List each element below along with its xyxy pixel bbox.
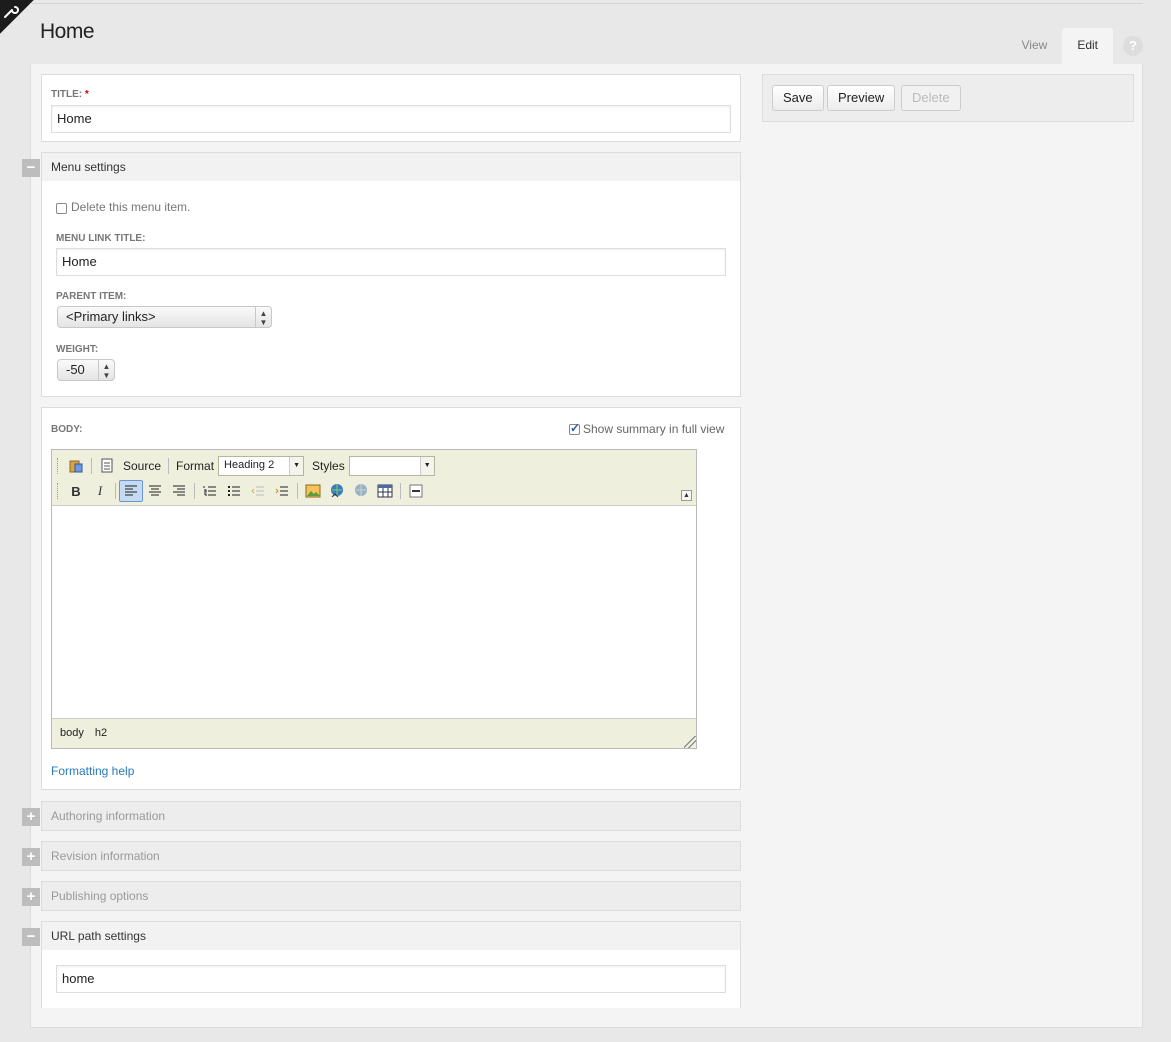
url-alias-input[interactable]: home bbox=[56, 965, 726, 993]
url-path-settings-legend[interactable]: − URL path settings bbox=[22, 921, 741, 951]
toolbar-separator bbox=[115, 483, 116, 499]
wrench-icon bbox=[4, 6, 19, 18]
outdent-icon[interactable] bbox=[246, 480, 270, 502]
help-icon[interactable]: ? bbox=[1123, 36, 1143, 56]
show-summary-checkbox[interactable] bbox=[569, 421, 580, 435]
weight-select[interactable]: -50 ▲ ▼ bbox=[57, 359, 115, 381]
body-label: BODY: bbox=[51, 424, 83, 435]
toolbar-row-1: Source Format Heading 2 ▼ Styles ▼ bbox=[52, 453, 435, 479]
title-panel: TITLE: * Home bbox=[41, 74, 741, 142]
expand-icon[interactable]: + bbox=[22, 888, 40, 906]
publishing-options-legend[interactable]: + Publishing options bbox=[22, 881, 741, 911]
styles-label: Styles bbox=[312, 459, 345, 473]
table-icon[interactable] bbox=[373, 480, 397, 502]
authoring-information-title: Authoring information bbox=[51, 809, 166, 823]
tab-view[interactable]: View bbox=[1007, 28, 1063, 64]
revision-information-title: Revision information bbox=[51, 849, 160, 863]
bulleted-list-icon[interactable] bbox=[222, 480, 246, 502]
link-icon[interactable] bbox=[325, 480, 349, 502]
indent-icon[interactable] bbox=[270, 480, 294, 502]
source-icon[interactable] bbox=[95, 455, 119, 477]
path-item-body[interactable]: body bbox=[60, 727, 84, 739]
preview-button[interactable]: Preview bbox=[827, 85, 896, 111]
menu-settings-panel: Delete this menu item. MENU LINK TITLE: … bbox=[41, 181, 741, 397]
chevron-down-icon: ▼ bbox=[289, 457, 304, 475]
select-arrows-icon: ▲ ▼ bbox=[98, 360, 114, 380]
title-input-value: Home bbox=[57, 111, 92, 126]
align-left-icon[interactable] bbox=[119, 480, 143, 502]
delete-menu-item-checkbox[interactable] bbox=[56, 203, 67, 214]
primary-tabs: View Edit ? bbox=[1007, 28, 1143, 64]
menu-link-title-value: Home bbox=[62, 254, 97, 269]
image-icon[interactable] bbox=[301, 480, 325, 502]
source-button[interactable]: Source bbox=[123, 459, 161, 473]
delete-menu-item-label: Delete this menu item. bbox=[71, 200, 191, 214]
horizontal-rule-icon[interactable] bbox=[404, 480, 428, 502]
page-title: Home bbox=[40, 20, 95, 43]
align-center-icon[interactable] bbox=[143, 480, 167, 502]
editor-content-area[interactable] bbox=[52, 507, 696, 718]
title-label: TITLE: * bbox=[51, 89, 89, 100]
path-item-h2[interactable]: h2 bbox=[95, 727, 107, 739]
node-form: TITLE: * Home − Menu settings Delete thi… bbox=[22, 64, 1143, 1028]
toolbar-separator bbox=[91, 458, 92, 474]
paste-from-word-icon[interactable] bbox=[64, 455, 88, 477]
toolbar-separator bbox=[194, 483, 195, 499]
parent-item-value: <Primary links> bbox=[66, 309, 156, 324]
resize-handle-icon[interactable] bbox=[684, 736, 696, 748]
select-arrows-icon: ▲ ▼ bbox=[255, 307, 271, 327]
actions-panel: Save Preview Delete bbox=[762, 74, 1134, 122]
authoring-information-legend[interactable]: + Authoring information bbox=[22, 801, 741, 831]
revision-information-legend[interactable]: + Revision information bbox=[22, 841, 741, 871]
save-button[interactable]: Save bbox=[772, 85, 824, 111]
required-mark: * bbox=[84, 89, 89, 100]
expand-icon[interactable]: + bbox=[22, 808, 40, 826]
rich-text-editor: Source Format Heading 2 ▼ Styles ▼ B I ▲… bbox=[51, 449, 697, 749]
toolbar-separator bbox=[400, 483, 401, 499]
top-divider bbox=[30, 3, 1143, 4]
bold-icon[interactable]: B bbox=[64, 480, 88, 502]
chevron-down-icon: ▼ bbox=[419, 457, 434, 475]
editor-toolbar: Source Format Heading 2 ▼ Styles ▼ B I ▲ bbox=[52, 450, 696, 506]
toolbar-grip bbox=[57, 458, 60, 474]
url-path-panel: home bbox=[41, 950, 741, 1008]
unlink-icon[interactable] bbox=[349, 480, 373, 502]
parent-item-select[interactable]: <Primary links> ▲ ▼ bbox=[57, 306, 272, 328]
body-panel: BODY: Show summary in full view Source F… bbox=[41, 407, 741, 790]
numbered-list-icon[interactable] bbox=[198, 480, 222, 502]
italic-icon[interactable]: I bbox=[88, 480, 112, 502]
formatting-help-link[interactable]: Formatting help bbox=[51, 764, 134, 778]
menu-settings-legend[interactable]: − Menu settings bbox=[22, 152, 741, 182]
format-label: Format bbox=[176, 459, 215, 473]
show-summary-label: Show summary in full view bbox=[583, 422, 725, 436]
admin-toolbar-toggle[interactable] bbox=[0, 0, 34, 34]
menu-link-title-label: MENU LINK TITLE: bbox=[56, 233, 146, 244]
delete-button[interactable]: Delete bbox=[901, 85, 961, 111]
url-alias-value: home bbox=[62, 971, 95, 986]
menu-link-title-input[interactable]: Home bbox=[56, 248, 726, 276]
collapse-icon[interactable]: − bbox=[22, 928, 40, 946]
collapse-toolbar-icon[interactable]: ▲ bbox=[681, 490, 692, 501]
align-right-icon[interactable] bbox=[167, 480, 191, 502]
url-path-settings-title: URL path settings bbox=[51, 929, 146, 943]
parent-item-label: PARENT ITEM: bbox=[56, 291, 127, 302]
styles-combo[interactable]: ▼ bbox=[348, 456, 435, 476]
toolbar-row-2: B I bbox=[52, 478, 428, 504]
collapse-icon[interactable]: − bbox=[22, 159, 40, 177]
toolbar-separator bbox=[168, 458, 170, 474]
expand-icon[interactable]: + bbox=[22, 848, 40, 866]
publishing-options-title: Publishing options bbox=[51, 889, 149, 903]
format-value: Heading 2 bbox=[224, 459, 275, 471]
editor-elements-path: body h2 bbox=[52, 718, 696, 748]
tab-edit[interactable]: Edit bbox=[1062, 28, 1113, 64]
toolbar-grip bbox=[57, 483, 60, 499]
format-combo[interactable]: Heading 2 ▼ bbox=[218, 456, 305, 476]
title-input[interactable]: Home bbox=[51, 105, 731, 133]
weight-label: WEIGHT: bbox=[56, 344, 99, 355]
weight-value: -50 bbox=[66, 362, 85, 377]
menu-settings-title: Menu settings bbox=[51, 160, 126, 174]
toolbar-separator bbox=[297, 483, 298, 499]
